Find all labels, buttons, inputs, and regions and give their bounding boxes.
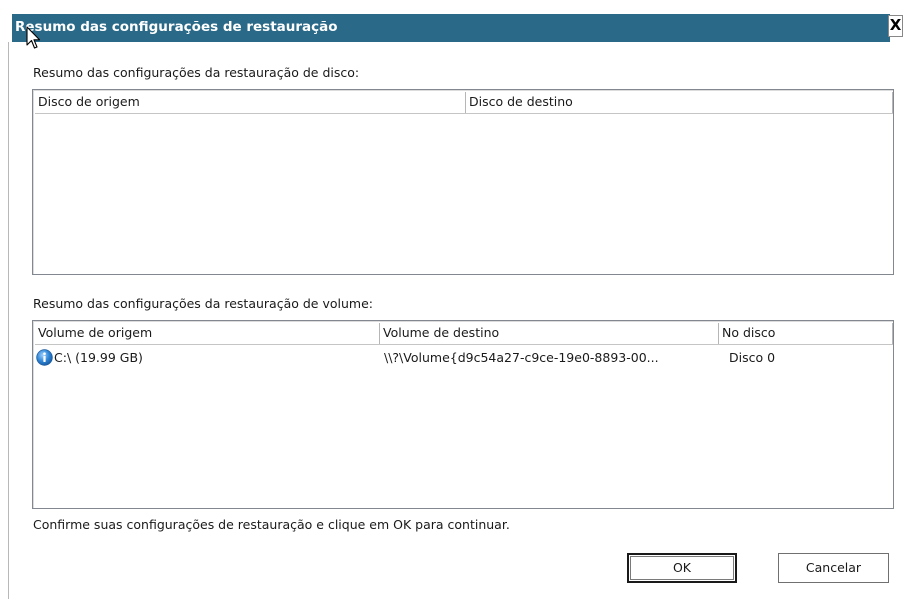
ok-button[interactable]: OK	[627, 553, 737, 583]
info-icon	[36, 348, 53, 366]
confirmation-message: Confirme suas configurações de restauraç…	[33, 517, 510, 532]
column-header-disk[interactable]: No disco	[719, 323, 893, 344]
close-button[interactable]: X	[888, 15, 903, 37]
destination-volume-cell: \\?\Volume{d9c54a27-c9ce-19e0-8893-00...	[384, 349, 659, 365]
cancel-button[interactable]: Cancelar	[778, 553, 889, 583]
dialog-title-bar[interactable]: Resumo das configurações de restauração	[12, 14, 890, 42]
volume-list-header: Volume de origem Volume de destino No di…	[35, 323, 893, 345]
volume-summary-label: Resumo das configurações da restauração …	[33, 296, 373, 311]
column-header-destination-volume[interactable]: Volume de destino	[380, 323, 719, 344]
disk-list-header: Disco de origem Disco de destino	[35, 92, 893, 114]
mouse-pointer-icon	[26, 26, 40, 49]
disk-list[interactable]: Disco de origem Disco de destino	[32, 89, 894, 275]
source-volume-cell: C:\ (19.99 GB)	[35, 348, 380, 366]
volume-list[interactable]: Volume de origem Volume de destino No di…	[32, 320, 894, 509]
left-window-border	[8, 42, 9, 599]
column-header-source-volume[interactable]: Volume de origem	[35, 323, 380, 344]
table-row[interactable]: C:\ (19.99 GB) \\?\Volume{d9c54a27-c9ce-…	[35, 346, 893, 368]
column-header-destination-disk[interactable]: Disco de destino	[466, 92, 893, 113]
disk-summary-label: Resumo das configurações da restauração …	[33, 65, 360, 80]
dialog-title: Resumo das configurações de restauração	[15, 19, 338, 35]
column-header-source-disk[interactable]: Disco de origem	[35, 92, 466, 113]
source-volume-text: C:\ (19.99 GB)	[54, 349, 143, 365]
disk-cell: Disco 0	[729, 349, 776, 365]
